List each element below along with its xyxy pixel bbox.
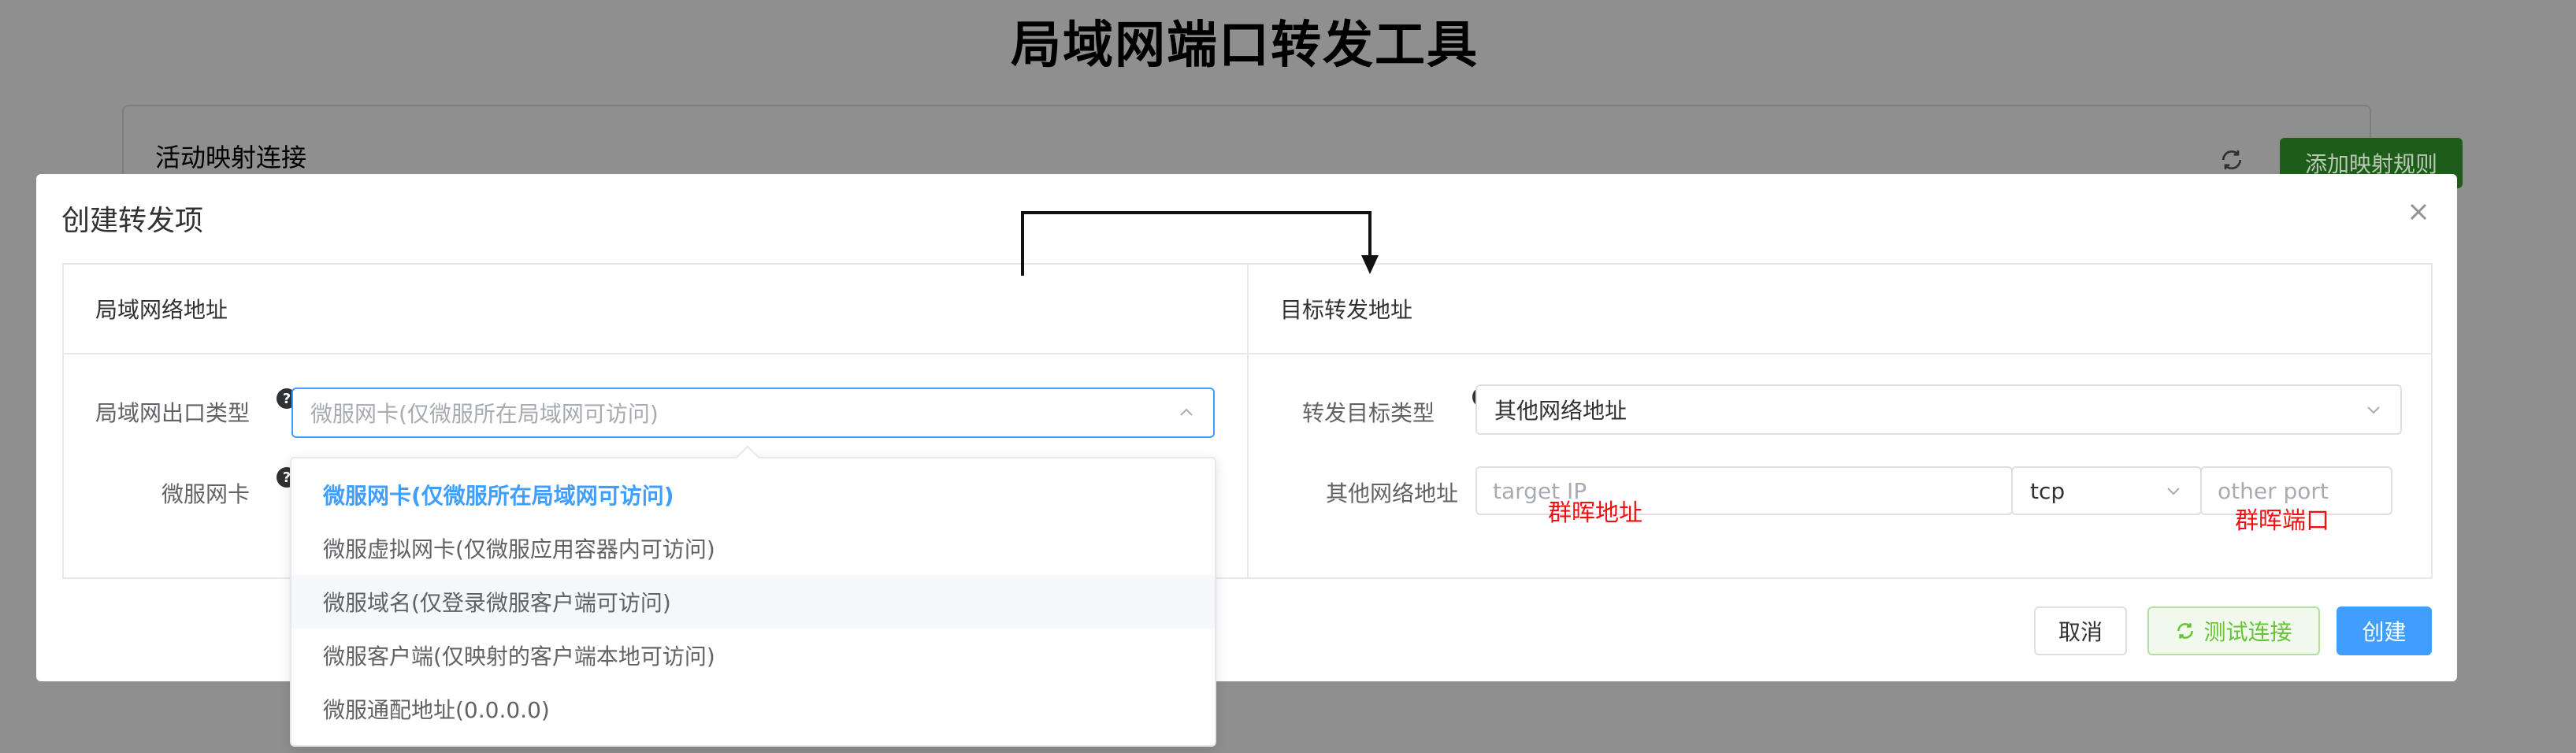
- test-connection-label: 测试连接: [2203, 619, 2292, 645]
- protocol-select[interactable]: tcp: [2011, 466, 2202, 515]
- target-type-value: 其他网络地址: [1494, 398, 1628, 424]
- target-type-label: 转发目标类型: [1302, 400, 1435, 426]
- target-type-select[interactable]: 其他网络地址: [1475, 384, 2402, 435]
- target-address-card-header: 目标转发地址: [1249, 265, 2431, 354]
- dropdown-option[interactable]: 微服网卡(仅微服所在局域网可访问): [291, 468, 1215, 521]
- ip-annotation: 群晖地址: [1548, 499, 1642, 527]
- chevron-down-icon: [2367, 406, 2380, 414]
- close-icon[interactable]: [2404, 198, 2433, 226]
- port-annotation: 群晖端口: [2235, 507, 2329, 535]
- cancel-button[interactable]: 取消: [2034, 606, 2127, 655]
- dropdown-option[interactable]: 微服域名(仅登录微服客户端可访问): [291, 575, 1215, 629]
- test-connection-button[interactable]: 测试连接: [2147, 606, 2320, 655]
- chevron-down-icon: [2167, 488, 2180, 495]
- dropdown-option[interactable]: 微服通配地址(0.0.0.0): [291, 682, 1215, 736]
- refresh-icon: [2177, 623, 2194, 639]
- exit-type-dropdown: 微服网卡(仅微服所在局域网可访问) 微服虚拟网卡(仅微服应用容器内可访问) 微服…: [290, 457, 1216, 747]
- panel-title: 活动映射连接: [155, 143, 307, 172]
- other-address-label: 其他网络地址: [1326, 480, 1459, 506]
- target-address-card: 目标转发地址 转发目标类型 ? 其他网络地址 其他网络地址 tcp 群晖地址 群…: [1247, 263, 2433, 579]
- dialog-title: 创建转发项: [61, 205, 204, 237]
- exit-type-select[interactable]: 微服网卡(仅微服所在局域网可访问): [291, 388, 1215, 438]
- chevron-up-icon: [1180, 408, 1193, 416]
- create-button[interactable]: 创建: [2337, 606, 2432, 655]
- exit-type-label: 局域网出口类型: [95, 400, 251, 426]
- page-title: 局域网端口转发工具: [1011, 17, 1479, 75]
- dropdown-option[interactable]: 微服客户端(仅映射的客户端本地可访问): [291, 629, 1215, 682]
- dropdown-option[interactable]: 微服虚拟网卡(仅微服应用容器内可访问): [291, 521, 1215, 575]
- nic-label: 微服网卡: [161, 481, 251, 507]
- annotation-arrow: [1021, 211, 1379, 276]
- protocol-value: tcp: [2030, 477, 2066, 504]
- refresh-icon[interactable]: [2219, 147, 2244, 172]
- exit-type-placeholder: 微服网卡(仅微服所在局域网可访问): [310, 401, 659, 427]
